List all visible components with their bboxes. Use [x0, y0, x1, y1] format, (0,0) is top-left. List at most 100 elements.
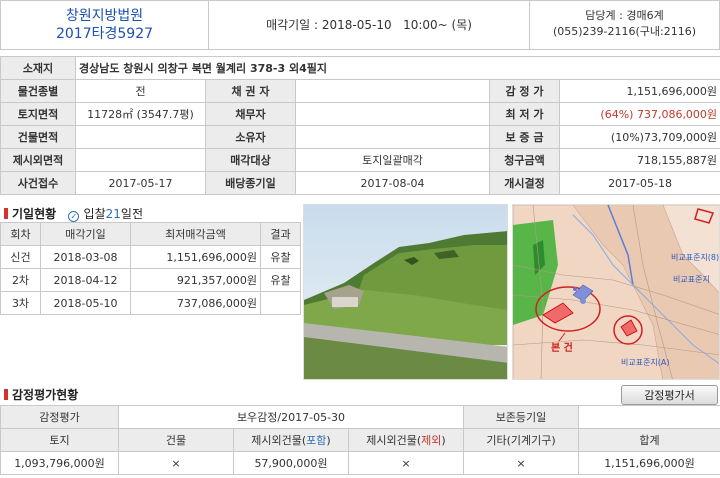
- history-header-result: 결과: [260, 222, 301, 246]
- history-price: 1,151,696,000원: [130, 245, 261, 269]
- deposit-label: 보 증 금: [489, 125, 560, 149]
- appraisal-title: 감정평가현황: [12, 388, 79, 402]
- incl-word: 포함: [306, 434, 327, 447]
- phone: (055)239-2116(구내:2116): [552, 25, 697, 38]
- section-marker-icon: [4, 208, 8, 219]
- department-block: 담당계 : 경매6계 (055)239-2116(구내:2116): [529, 1, 719, 49]
- appraisal-incl-value: 57,900,000원: [233, 451, 349, 475]
- history-table: 회차 매각기일 최저매각금액 결과 신건 2018-03-08 1,151,69…: [0, 222, 301, 315]
- bid-days: 21: [105, 207, 121, 221]
- incl-prefix: 제시외건물(: [251, 434, 307, 447]
- department: 담당계 : 경매6계: [585, 9, 664, 22]
- case-header: 창원지방법원 2017타경5927 매각기일 : 2018-05-10 10:0…: [0, 0, 720, 50]
- bid-label-post: 일전: [120, 207, 144, 221]
- address-value: 경상남도 창원시 의창구 북면 월계리 378-3 외4필지: [74, 56, 720, 80]
- preservation-date-label: 보존등기일: [463, 405, 579, 429]
- appraisal-doc-button[interactable]: 감정평가서: [621, 385, 718, 405]
- min-price-label: 최 저 가: [489, 102, 560, 126]
- table-row: 2차 2018-04-12 921,357,000원 유찰: [0, 268, 301, 292]
- history-date: 2018-05-10: [40, 291, 131, 315]
- dividend-deadline-label: 배당종기일: [205, 171, 296, 195]
- map-label-main: 본 건: [551, 341, 573, 354]
- appraisal-header-incl: 제시외건물(포함): [233, 428, 349, 452]
- appraisal-excl-value: ×: [348, 451, 464, 475]
- owner-value: [295, 125, 490, 149]
- appraisal-header-other: 기타(기계기구): [463, 428, 579, 452]
- map-label-std-8: 비교표준지(8): [671, 253, 719, 262]
- history-round: 신건: [0, 245, 41, 269]
- map-label-std-a: 비교표준지(A): [621, 358, 670, 367]
- excluded-area-value: [75, 148, 206, 172]
- history-date: 2018-03-08: [40, 245, 131, 269]
- claim-value: 718,155,887원: [558, 148, 720, 172]
- appraisal-total-value: 1,151,696,000원: [578, 451, 720, 475]
- commence-label: 개시결정: [489, 171, 560, 195]
- history-header-date: 매각기일: [40, 222, 131, 246]
- appraisal-price-label: 감 정 가: [489, 79, 560, 103]
- appraisal-row-label: 감정평가: [0, 405, 119, 429]
- court-name: 창원지방법원: [65, 8, 144, 24]
- history-header-price: 최저매각금액: [130, 222, 261, 246]
- appraisal-header-excl: 제시외건물(제외): [348, 428, 464, 452]
- table-row: 신건 2018-03-08 1,151,696,000원 유찰: [0, 245, 301, 269]
- land-type-value: 전: [75, 79, 206, 103]
- case-received-value: 2017-05-17: [75, 171, 206, 195]
- preservation-date-value: [578, 405, 720, 429]
- history-round: 2차: [0, 268, 41, 292]
- excl-prefix: 제시외건물(: [366, 434, 422, 447]
- case-number: 2017타경5927: [55, 26, 154, 42]
- land-area-value: 11728㎡ (3547.7평): [75, 102, 206, 126]
- excluded-area-label: 제시외면적: [0, 148, 76, 172]
- appraisal-header-building: 건물: [118, 428, 234, 452]
- claim-label: 청구금액: [489, 148, 560, 172]
- min-price-value: (64%) 737,086,000원: [558, 102, 720, 126]
- case-info-table: 소재지 경상남도 창원시 의창구 북면 월계리 378-3 외4필지 물건종별 …: [0, 56, 720, 195]
- incl-suffix: ): [326, 434, 331, 447]
- land-type-label: 물건종별: [0, 79, 76, 103]
- excl-suffix: ): [441, 434, 446, 447]
- history-header-round: 회차: [0, 222, 41, 246]
- history-date: 2018-04-12: [40, 268, 131, 292]
- appraisal-header-land: 토지: [0, 428, 119, 452]
- history-result: 유찰: [260, 268, 301, 292]
- location-map-image: 비교표준지(8) 비교표준지 비교표준지(A) 본 건: [513, 205, 719, 379]
- appraisal-other-value: ×: [463, 451, 579, 475]
- owner-label: 소유자: [205, 125, 296, 149]
- location-map[interactable]: 비교표준지(8) 비교표준지 비교표준지(A) 본 건: [512, 204, 720, 380]
- sale-target-label: 매각대상: [205, 148, 296, 172]
- excl-word: 제외: [421, 434, 442, 447]
- creditor-value: [295, 79, 490, 103]
- history-price: 737,086,000원: [130, 291, 261, 315]
- dividend-deadline-value: 2017-08-04: [295, 171, 490, 195]
- check-circle-icon: ✓: [68, 211, 80, 222]
- address-label: 소재지: [0, 56, 76, 80]
- property-photo[interactable]: [303, 204, 508, 380]
- creditor-label: 채 권 자: [205, 79, 296, 103]
- history-round: 3차: [0, 291, 41, 315]
- appraisal-header-total: 합계: [578, 428, 720, 452]
- debtor-value: [295, 102, 490, 126]
- case-received-label: 사건접수: [0, 171, 76, 195]
- land-area-label: 토지면적: [0, 102, 76, 126]
- bid-countdown: 입찰21일전: [84, 207, 143, 221]
- table-row: 3차 2018-05-10 737,086,000원: [0, 291, 301, 315]
- deposit-value: (10%)73,709,000원: [558, 125, 720, 149]
- appraisal-land-value: 1,093,796,000원: [0, 451, 119, 475]
- appraisal-section-title: 감정평가현황: [4, 386, 78, 403]
- appraisal-agency: 보우감정/2017-05-30: [118, 405, 464, 429]
- building-area-value: [75, 125, 206, 149]
- court-block: 창원지방법원 2017타경5927: [1, 1, 209, 49]
- history-title: 기일현황: [12, 207, 57, 221]
- history-section-title: 기일현황 ✓ 입찰21일전: [4, 205, 143, 222]
- map-label-std: 비교표준지: [673, 275, 710, 284]
- sale-target-value: 토지일괄매각: [295, 148, 490, 172]
- building-area-label: 건물면적: [0, 125, 76, 149]
- appraisal-building-value: ×: [118, 451, 234, 475]
- history-result: [260, 291, 301, 315]
- history-price: 921,357,000원: [130, 268, 261, 292]
- property-photo-image: [304, 205, 507, 379]
- section-marker-icon: [4, 389, 8, 400]
- table-row: 1,093,796,000원 × 57,900,000원 × × 1,151,6…: [0, 451, 720, 475]
- appraisal-table: 감정평가 보우감정/2017-05-30 보존등기일 토지 건물 제시외건물(포…: [0, 405, 720, 475]
- bid-label-pre: 입찰: [83, 207, 106, 221]
